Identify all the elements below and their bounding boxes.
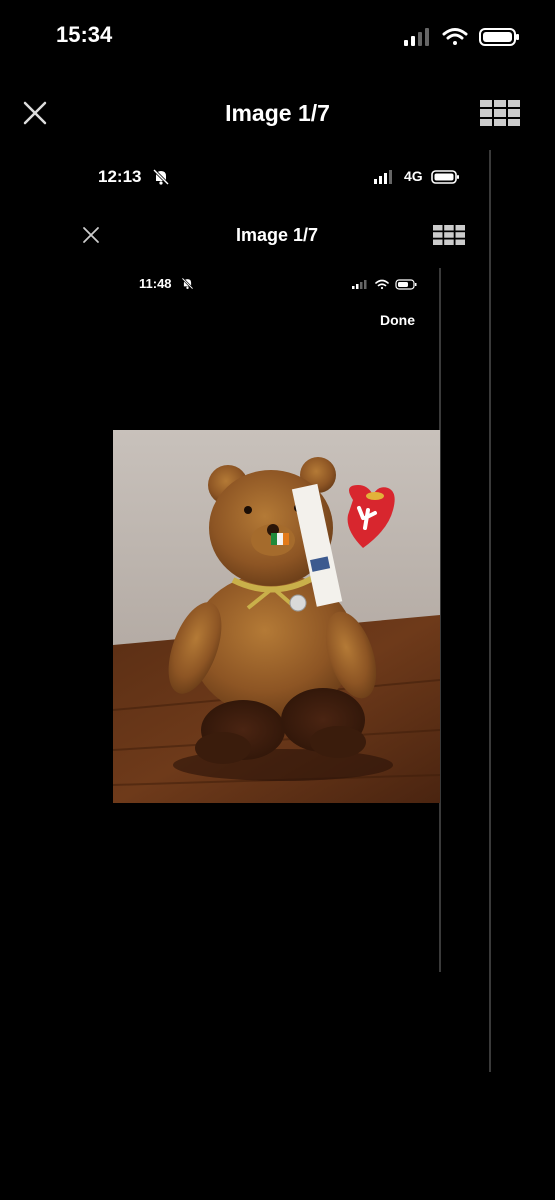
nested2-status-icons bbox=[352, 279, 417, 290]
bell-slash-icon bbox=[181, 277, 194, 290]
nested-page-title: Image 1/7 bbox=[235, 225, 319, 245]
scrollbar[interactable] bbox=[489, 150, 491, 1072]
bell-slash-icon bbox=[152, 168, 170, 186]
wifi-icon bbox=[442, 28, 468, 45]
nested-grid-icon bbox=[433, 225, 465, 245]
battery-icon bbox=[479, 28, 519, 46]
signal-icon bbox=[374, 170, 392, 184]
nested2-status-time: 11:48 bbox=[139, 276, 172, 291]
nested-close-icon bbox=[83, 227, 99, 243]
signal-icon bbox=[352, 280, 367, 289]
battery-icon bbox=[395, 279, 417, 290]
done-button: Done bbox=[380, 312, 415, 328]
wifi-icon bbox=[375, 279, 389, 290]
battery-icon bbox=[431, 170, 459, 184]
network-type: 4G bbox=[404, 168, 423, 184]
signal-icon bbox=[404, 28, 429, 46]
bear-photo bbox=[113, 430, 440, 803]
grid-icon[interactable] bbox=[480, 100, 520, 126]
status-icons bbox=[404, 28, 519, 46]
page-title: Image 1/7 bbox=[225, 100, 330, 126]
status-time: 15:34 bbox=[56, 22, 113, 47]
nested-status-time: 12:13 bbox=[98, 167, 142, 186]
